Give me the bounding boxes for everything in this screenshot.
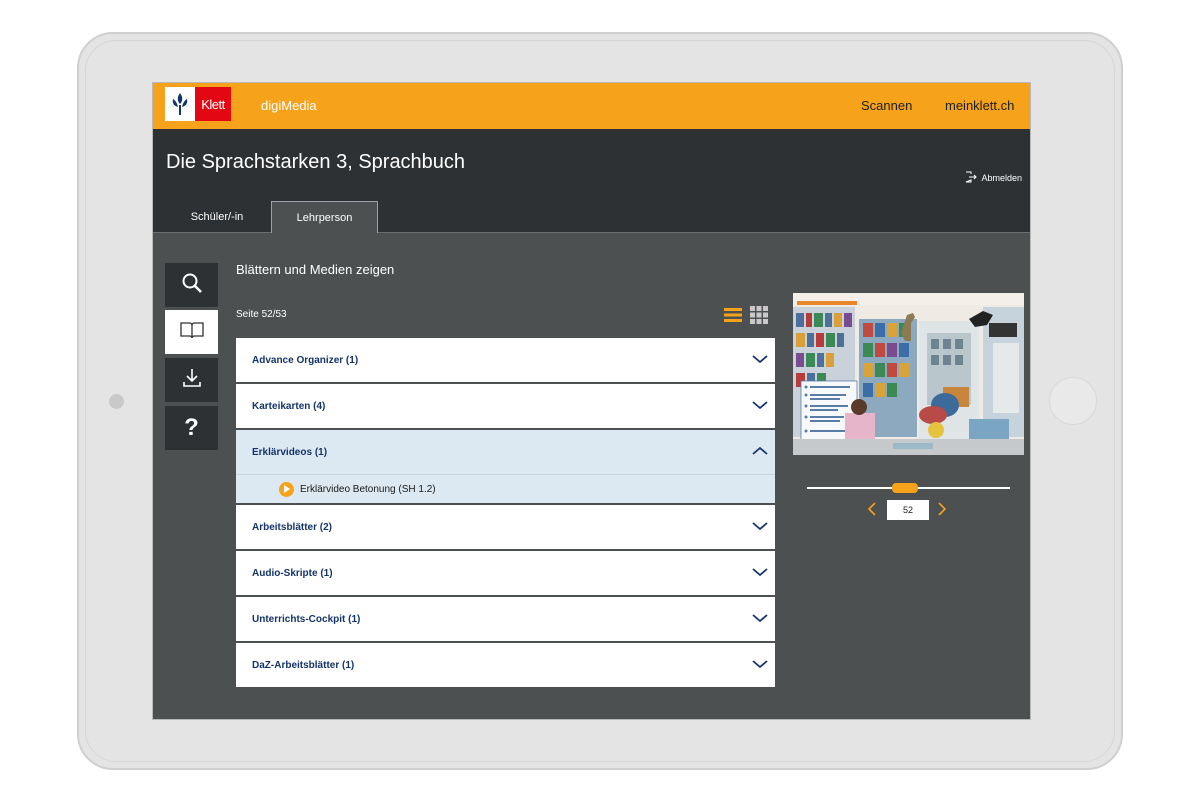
chevron-down-icon xyxy=(751,566,769,581)
accordion-label: DaZ-Arbeitsblätter (1) xyxy=(252,659,355,671)
chevron-down-icon xyxy=(751,612,769,627)
list-view-icon[interactable] xyxy=(723,305,743,325)
page-slider-handle[interactable] xyxy=(892,483,918,493)
video-link[interactable]: Erklärvideo Betonung (SH 1.2) xyxy=(236,474,775,503)
accordion-label: Unterrichts-Cockpit (1) xyxy=(252,613,361,625)
search-icon xyxy=(181,272,203,299)
tab-teacher[interactable]: Lehrperson xyxy=(271,201,378,233)
logo-wordmark: Klett xyxy=(195,87,231,121)
brand-name: digiMedia xyxy=(261,98,317,113)
accordion-label: Arbeitsblätter (2) xyxy=(252,521,333,533)
sidebar-help-button[interactable]: ? xyxy=(165,406,218,450)
accordion-header-karteikarten[interactable]: Karteikarten (4) xyxy=(236,384,775,428)
page-indicator: Seite 52/53 xyxy=(236,309,287,320)
chevron-right-icon xyxy=(938,502,947,516)
klett-mark-icon xyxy=(165,87,195,121)
accordion-label: Karteikarten (4) xyxy=(252,400,326,412)
accordion-label: Erklärvideos (1) xyxy=(252,446,328,458)
grid-view-icon[interactable] xyxy=(749,305,769,325)
play-icon xyxy=(279,481,294,497)
book-header: Die Sprachstarken 3, Sprachbuch Abmelden… xyxy=(153,129,1030,233)
camera-dot xyxy=(109,394,124,409)
accordion-item: Unterrichts-Cockpit (1) xyxy=(236,597,775,641)
accordion-item: Arbeitsblätter (2) xyxy=(236,505,775,549)
page-thumbnail[interactable] xyxy=(793,293,1024,455)
chevron-up-icon xyxy=(751,445,769,460)
accordion-label: Audio-Skripte (1) xyxy=(252,567,333,579)
logout-label: Abmelden xyxy=(981,173,1022,183)
video-title: Erklärvideo Betonung (SH 1.2) xyxy=(300,483,436,495)
chevron-down-icon xyxy=(751,520,769,535)
media-accordion: Advance Organizer (1) Karteikarten (4) E… xyxy=(236,338,775,689)
chevron-down-icon xyxy=(751,353,769,368)
scan-link[interactable]: Scannen xyxy=(861,98,912,113)
logout-button[interactable]: Abmelden xyxy=(965,171,1022,185)
accordion-item: Karteikarten (4) xyxy=(236,384,775,428)
sidebar-search-button[interactable] xyxy=(165,263,218,307)
accordion-item: DaZ-Arbeitsblätter (1) xyxy=(236,643,775,687)
book-icon xyxy=(179,319,205,346)
logout-icon xyxy=(965,171,978,185)
app-screen: Klett digiMedia Scannen meinklett.ch Die… xyxy=(152,82,1031,720)
account-link[interactable]: meinklett.ch xyxy=(945,98,1014,113)
help-icon: ? xyxy=(184,414,199,441)
accordion-header-erklaervideos[interactable]: Erklärvideos (1) xyxy=(236,430,775,474)
accordion-header-advance-organizer[interactable]: Advance Organizer (1) xyxy=(236,338,775,382)
top-bar: Klett digiMedia Scannen meinklett.ch xyxy=(153,83,1030,129)
accordion-header-arbeitsblaetter[interactable]: Arbeitsblätter (2) xyxy=(236,505,775,549)
sidebar-download-button[interactable] xyxy=(165,358,218,402)
previous-page-button[interactable] xyxy=(864,499,880,519)
chevron-left-icon xyxy=(867,502,876,516)
tab-student[interactable]: Schüler/-in xyxy=(165,201,269,233)
accordion-label: Advance Organizer (1) xyxy=(252,354,359,366)
accordion-header-audio-skripte[interactable]: Audio-Skripte (1) xyxy=(236,551,775,595)
page-title: Die Sprachstarken 3, Sprachbuch xyxy=(166,151,466,173)
accordion-item: Erklärvideos (1) Erklärvideo Betonung (S… xyxy=(236,430,775,503)
chevron-down-icon xyxy=(751,399,769,414)
accordion-header-daz-arbeitsblaetter[interactable]: DaZ-Arbeitsblätter (1) xyxy=(236,643,775,687)
accordion-item: Advance Organizer (1) xyxy=(236,338,775,382)
sidebar-book-button[interactable] xyxy=(165,310,218,354)
section-title: Blättern und Medien zeigen xyxy=(236,262,395,277)
accordion-header-unterrichts-cockpit[interactable]: Unterrichts-Cockpit (1) xyxy=(236,597,775,641)
download-icon xyxy=(181,367,203,394)
accordion-item: Audio-Skripte (1) xyxy=(236,551,775,595)
klett-logo[interactable]: Klett xyxy=(165,87,231,121)
home-button xyxy=(1049,377,1097,425)
next-page-button[interactable] xyxy=(934,499,950,519)
chevron-down-icon xyxy=(751,658,769,673)
page-number-input[interactable] xyxy=(887,500,929,520)
